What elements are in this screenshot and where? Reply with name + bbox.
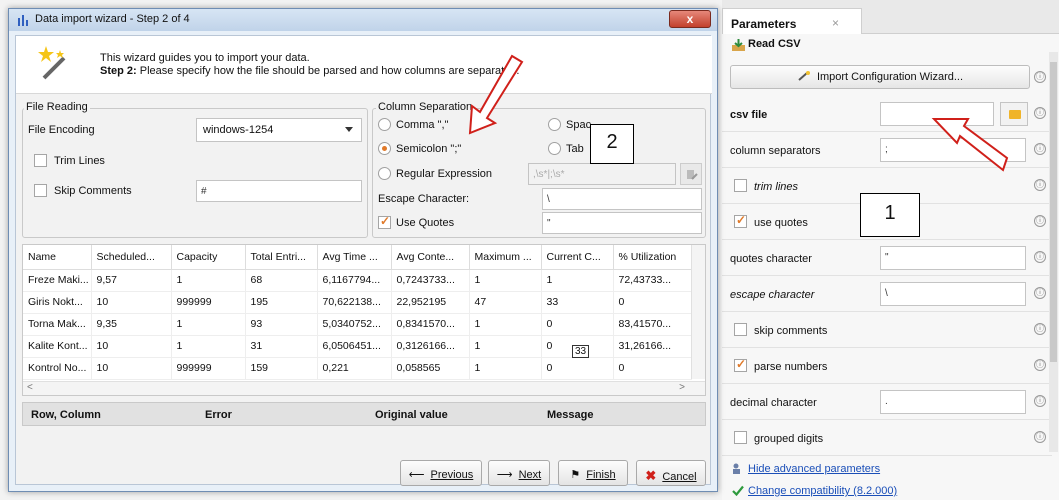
annotation-arrow-1 xyxy=(931,118,1009,172)
annotation-arrow-2 xyxy=(468,54,524,135)
annotation-arrows xyxy=(468,54,1009,172)
